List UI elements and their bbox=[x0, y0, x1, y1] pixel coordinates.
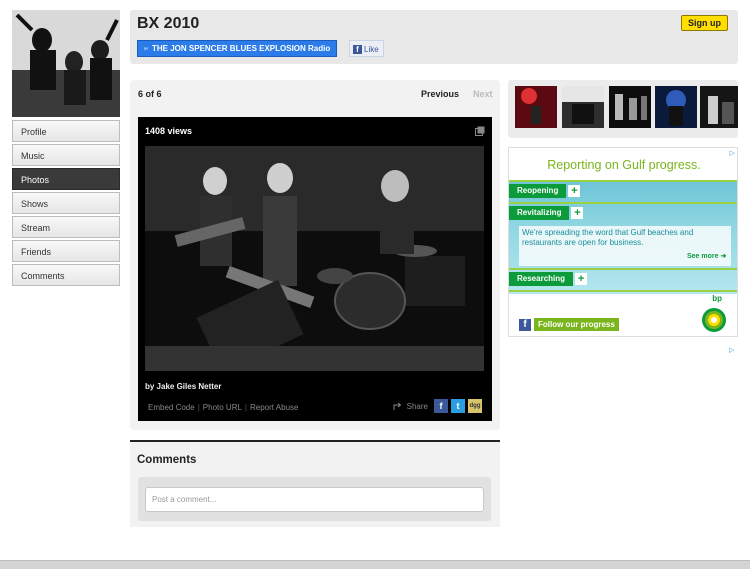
photo-credit: by Jake Giles Netter bbox=[145, 382, 222, 391]
radio-tower-icon: ♅ bbox=[143, 44, 149, 53]
ad-row-label: Researching bbox=[509, 272, 574, 286]
link-divider: | bbox=[197, 403, 200, 412]
follow-label: Follow our progress bbox=[534, 318, 619, 331]
photo-thumbnail[interactable] bbox=[609, 86, 651, 128]
share-row: Share f t dgg bbox=[393, 399, 482, 413]
facebook-icon[interactable]: f bbox=[434, 399, 448, 413]
photo-panel: 6 of 6 Previous Next 1408 views by Jake … bbox=[130, 80, 500, 430]
next-link[interactable]: Next bbox=[473, 89, 493, 99]
artist-radio-button[interactable]: ♅ THE JON SPENCER BLUES EXPLOSION Radio bbox=[137, 40, 338, 57]
page-title: BX 2010 bbox=[137, 15, 200, 32]
comments-heading: Comments bbox=[137, 454, 197, 466]
nav-item-friends[interactable]: Friends bbox=[12, 240, 120, 262]
ad-row-label: Reopening bbox=[509, 184, 567, 198]
ad-row-revitalizing[interactable]: Revitalizing + bbox=[509, 206, 584, 220]
comment-input[interactable] bbox=[145, 487, 484, 512]
plus-icon: + bbox=[568, 185, 581, 197]
link-divider: | bbox=[244, 403, 247, 412]
photo-actions: Embed Code | Photo URL | Report Abuse bbox=[148, 403, 298, 412]
share-label[interactable]: Share bbox=[407, 402, 428, 411]
comments-panel: Comments bbox=[130, 440, 500, 527]
nav-item-profile[interactable]: Profile bbox=[12, 120, 120, 142]
facebook-icon: f bbox=[353, 45, 362, 54]
profile-header: BX 2010 Sign up ♅ THE JON SPENCER BLUES E… bbox=[130, 10, 738, 64]
ad-divider bbox=[509, 290, 737, 292]
avatar[interactable] bbox=[12, 10, 120, 117]
nav-item-photos[interactable]: Photos bbox=[12, 168, 120, 190]
facebook-icon: f bbox=[519, 318, 531, 331]
ad-headline[interactable]: Reporting on Gulf progress. bbox=[519, 158, 729, 172]
ad-divider bbox=[509, 180, 737, 182]
comment-box bbox=[138, 477, 491, 521]
facebook-like-button[interactable]: f Like bbox=[349, 40, 384, 57]
photo-counter: 6 of 6 bbox=[138, 89, 162, 99]
digg-icon[interactable]: dgg bbox=[468, 399, 482, 413]
ad-row-reopening[interactable]: Reopening + bbox=[509, 184, 581, 198]
signup-button[interactable]: Sign up bbox=[681, 15, 728, 31]
ad-row-researching[interactable]: Researching + bbox=[509, 272, 588, 286]
photo-thumbnail[interactable] bbox=[700, 86, 738, 128]
ad-choices-icon[interactable]: ▷ bbox=[730, 149, 735, 157]
expand-icon[interactable] bbox=[475, 126, 485, 136]
ad-choices-icon[interactable]: ▷ bbox=[729, 346, 734, 354]
share-icon bbox=[393, 402, 401, 410]
ad-divider bbox=[509, 268, 737, 270]
view-count: 1408 views bbox=[145, 126, 193, 136]
ad-divider bbox=[509, 202, 737, 204]
see-more-link[interactable]: See more ➜ bbox=[687, 252, 726, 260]
ad-description: We're spreading the word that Gulf beach… bbox=[519, 226, 731, 266]
photo-url-link[interactable]: Photo URL bbox=[203, 403, 242, 412]
twitter-icon[interactable]: t bbox=[451, 399, 465, 413]
nav-item-music[interactable]: Music bbox=[12, 144, 120, 166]
nav-item-stream[interactable]: Stream bbox=[12, 216, 120, 238]
side-nav: Profile Music Photos Shows Stream Friend… bbox=[12, 120, 120, 288]
photo-thumbnail[interactable] bbox=[515, 86, 557, 128]
band-photo[interactable] bbox=[145, 146, 484, 371]
bp-advertisement[interactable]: ▷ Reporting on Gulf progress. Reopening … bbox=[508, 147, 738, 337]
photo-thumbnail[interactable] bbox=[655, 86, 697, 128]
bottom-strip bbox=[0, 560, 750, 569]
radio-button-label: THE JON SPENCER BLUES EXPLOSION Radio bbox=[152, 44, 331, 53]
photo-thumbnails bbox=[508, 80, 738, 138]
photo-viewer: 1408 views by Jake Giles Netter Embed Co… bbox=[138, 117, 492, 421]
previous-link[interactable]: Previous bbox=[421, 89, 459, 99]
plus-icon: + bbox=[571, 207, 584, 219]
nav-item-shows[interactable]: Shows bbox=[12, 192, 120, 214]
see-more-label: See more bbox=[687, 253, 719, 260]
like-label: Like bbox=[364, 45, 379, 54]
embed-code-link[interactable]: Embed Code bbox=[148, 403, 195, 412]
report-abuse-link[interactable]: Report Abuse bbox=[250, 403, 298, 412]
follow-progress-button[interactable]: f Follow our progress bbox=[519, 318, 619, 331]
ad-row-label: Revitalizing bbox=[509, 206, 570, 220]
nav-item-comments[interactable]: Comments bbox=[12, 264, 120, 286]
plus-icon: + bbox=[575, 273, 588, 285]
bp-logo-text: bp bbox=[712, 294, 722, 303]
chevron-right-icon: ➜ bbox=[720, 253, 727, 260]
photo-thumbnail[interactable] bbox=[562, 86, 604, 128]
